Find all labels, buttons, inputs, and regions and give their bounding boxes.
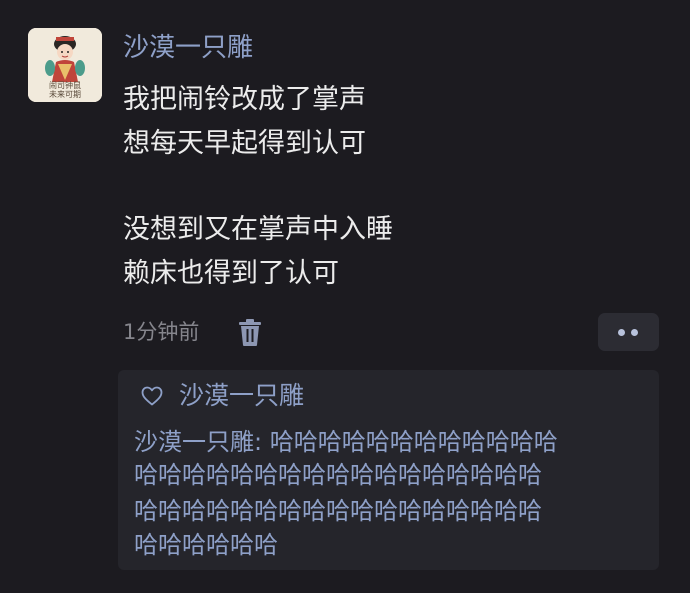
comment-text-line[interactable]: 沙漠一只雕: 哈哈哈哈哈哈哈哈哈哈哈哈 — [134, 428, 558, 457]
more-options-button[interactable] — [598, 313, 659, 351]
post-timestamp: 1分钟前 — [123, 320, 200, 344]
comment-text-line[interactable]: 哈哈哈哈哈哈哈哈哈哈哈哈哈哈哈哈哈 — [134, 497, 542, 526]
post-text-line: 我把闹铃改成了掌声 — [123, 84, 366, 115]
post-text-line: 赖床也得到了认可 — [123, 258, 339, 289]
post-text-line: 没想到又在掌声中入睡 — [123, 214, 393, 245]
like-user-name[interactable]: 沙漠一只雕 — [179, 379, 304, 413]
avatar-caption-line2: 未来可期 — [49, 90, 81, 99]
comment-text-line[interactable]: 哈哈哈哈哈哈哈哈哈哈哈哈哈哈哈哈哈 — [134, 461, 542, 490]
post-text-line: 想每天早起得到认可 — [123, 128, 366, 159]
trash-icon — [239, 319, 261, 346]
delete-button[interactable] — [236, 318, 264, 348]
heart-outline-icon[interactable] — [140, 384, 164, 408]
avatar[interactable]: 闹司钟鼠 未来可期 — [28, 28, 102, 102]
post-author-name[interactable]: 沙漠一只雕 — [123, 30, 253, 66]
comment-text-line[interactable]: 哈哈哈哈哈哈 — [134, 531, 278, 560]
